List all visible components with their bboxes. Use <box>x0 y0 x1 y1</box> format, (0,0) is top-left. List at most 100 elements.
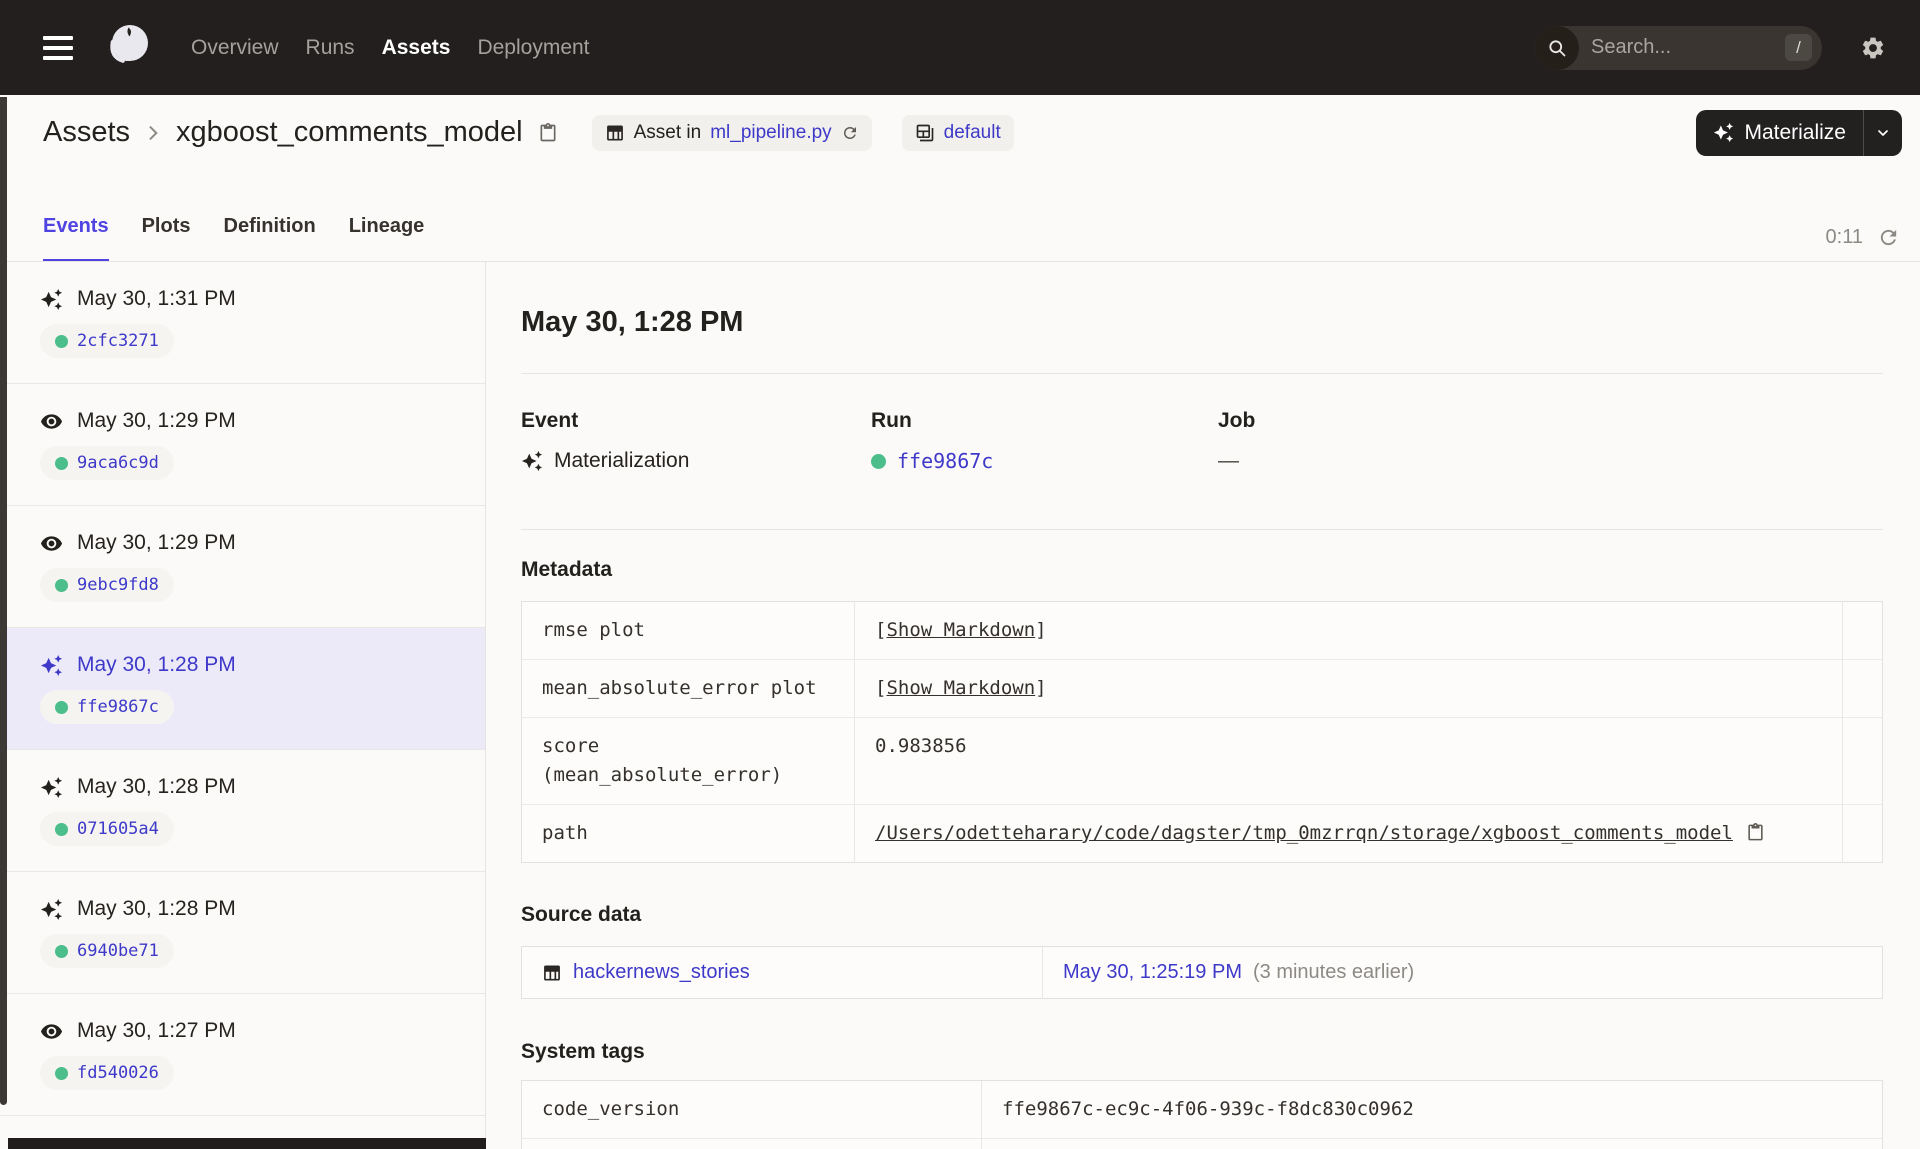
event-list-item[interactable]: May 30, 1:27 PM fd540026 <box>0 994 485 1116</box>
run-id-badge[interactable]: 6940be71 <box>40 934 174 968</box>
run-column: Run ffe9867c <box>871 409 993 473</box>
event-timestamp: May 30, 1:28 PM <box>77 775 236 798</box>
metadata-value: /Users/odetteharary/code/dagster/tmp_0mz… <box>855 805 1843 862</box>
event-list-item[interactable]: May 30, 1:31 PM 2cfc3271 <box>0 262 485 384</box>
nav-item-label: Assets <box>381 35 451 59</box>
materialization-sparkle-icon <box>521 450 543 472</box>
run-id-badge[interactable]: 9aca6c9d <box>40 446 174 480</box>
run-status-dot <box>55 700 68 714</box>
chevron-right-icon <box>143 123 163 143</box>
metadata-value: [Show Markdown] <box>855 602 1843 659</box>
nav-item-label: Deployment <box>477 35 590 59</box>
tab-label: Definition <box>223 215 316 237</box>
run-id-link[interactable]: 6940be71 <box>77 941 159 961</box>
materialize-button[interactable]: Materialize <box>1696 110 1863 156</box>
event-list-item[interactable]: May 30, 1:29 PM 9aca6c9d <box>0 384 485 506</box>
settings-gear-icon[interactable] <box>1860 35 1886 61</box>
tab[interactable]: Lineage <box>349 215 425 262</box>
observation-eye-icon <box>40 410 63 433</box>
system-tag-value: ffe9867c-ec9c-4f06-939c-f8dc830c0962 <box>1002 1098 1414 1120</box>
nav-item[interactable]: Overview <box>191 36 279 60</box>
window-scrollbar[interactable] <box>0 97 7 1105</box>
primary-nav: Overview Runs Assets Deployment <box>191 36 590 60</box>
source-time-cell: May 30, 1:25:19 PM (3 minutes earlier) <box>1043 947 1882 998</box>
search-box[interactable]: / <box>1535 25 1822 70</box>
event-title: May 30, 1:28 PM <box>521 306 744 338</box>
repository-badge: default <box>901 114 1014 151</box>
event-label: Event <box>521 409 579 432</box>
run-status-dot <box>871 453 886 469</box>
repo-default-link[interactable]: default <box>944 122 1001 144</box>
repo-layered-grid-icon <box>915 123 935 143</box>
run-id-badge[interactable]: fd540026 <box>40 1056 174 1090</box>
materialize-split-button: Materialize <box>1696 109 1902 156</box>
refresh-countdown: 0:11 <box>1825 226 1863 248</box>
menu-hamburger-icon[interactable] <box>43 35 73 60</box>
metadata-row: score (mean_absolute_error) 0.983856 <box>522 718 1882 805</box>
search-input[interactable] <box>1591 36 1785 59</box>
divider <box>521 373 1883 374</box>
run-id-badge[interactable]: 2cfc3271 <box>40 324 174 358</box>
run-id-link[interactable]: ffe9867c <box>77 697 159 717</box>
metadata-value: 0.983856 <box>855 718 1843 804</box>
run-id-link[interactable]: 2cfc3271 <box>77 331 159 351</box>
metadata-row: rmse plot [Show Markdown] <box>522 602 1882 660</box>
asset-name-title: xgboost_comments_model <box>176 116 523 148</box>
metadata-extra-cell <box>1843 718 1882 804</box>
run-id-link[interactable]: 9ebc9fd8 <box>77 575 159 595</box>
run-id-badge[interactable]: ffe9867c <box>40 690 174 724</box>
run-status-dot <box>55 334 68 348</box>
show-markdown-link[interactable]: Show Markdown <box>886 674 1035 703</box>
tab[interactable]: Definition <box>224 215 316 262</box>
run-status-dot <box>55 578 68 592</box>
asset-file-link[interactable]: ml_pipeline.py <box>710 122 831 144</box>
job-value: — <box>1218 449 1239 472</box>
nav-item-label: Runs <box>305 35 355 59</box>
job-column: Job — <box>1218 409 1255 473</box>
job-label: Job <box>1218 409 1256 432</box>
copy-path-icon[interactable] <box>1746 823 1765 844</box>
materialization-sparkle-icon <box>40 898 63 921</box>
system-tag-value <box>982 1139 1882 1149</box>
nav-item[interactable]: Runs <box>306 36 355 60</box>
metadata-text-value: 0.983856 <box>875 735 967 757</box>
nav-item[interactable]: Deployment <box>477 36 589 60</box>
nav-item[interactable]: Assets <box>382 36 451 60</box>
run-id-link[interactable]: fd540026 <box>77 1063 159 1083</box>
asset-table-icon <box>605 123 625 143</box>
event-timestamp: May 30, 1:28 PM <box>77 653 236 676</box>
reload-location-icon[interactable] <box>841 124 859 142</box>
event-list-item[interactable]: May 30, 1:28 PM 071605a4 <box>0 750 485 872</box>
run-status-dot <box>55 456 68 470</box>
run-id-link[interactable]: 071605a4 <box>77 819 159 839</box>
dagster-logo-icon[interactable] <box>99 20 155 76</box>
metadata-key: path <box>522 805 855 862</box>
system-tag-row: code_version ffe9867c-ec9c-4f06-939c-f8d… <box>522 1081 1882 1139</box>
refresh-icon[interactable] <box>1877 226 1900 249</box>
run-id-link[interactable]: ffe9867c <box>897 449 993 473</box>
source-data-table: hackernews_stories May 30, 1:25:19 PM (3… <box>521 946 1883 999</box>
materialization-sparkle-icon <box>40 654 63 677</box>
copy-asset-name-icon[interactable] <box>538 122 558 144</box>
bracket-open: [ <box>875 677 887 699</box>
run-id-link[interactable]: 9aca6c9d <box>77 453 159 473</box>
run-id-badge[interactable]: 071605a4 <box>40 812 174 846</box>
path-link[interactable]: /Users/odetteharary/code/dagster/tmp_0mz… <box>875 819 1733 848</box>
event-detail-pane: May 30, 1:28 PM Event Materialization Ru… <box>487 262 1920 1149</box>
event-list-item[interactable]: May 30, 1:29 PM 9ebc9fd8 <box>0 506 485 628</box>
breadcrumb-root-link[interactable]: Assets <box>43 116 130 149</box>
show-markdown-link[interactable]: Show Markdown <box>886 616 1035 645</box>
materialize-dropdown-button[interactable] <box>1863 109 1902 156</box>
run-id-badge[interactable]: 9ebc9fd8 <box>40 568 174 602</box>
bracket-open: [ <box>875 619 887 641</box>
run-status-dot <box>55 1066 68 1080</box>
source-asset-link[interactable]: hackernews_stories <box>573 961 750 984</box>
event-list-item[interactable]: May 30, 1:28 PM 6940be71 <box>0 872 485 994</box>
tab[interactable]: Plots <box>142 215 191 262</box>
materialization-sparkle-icon <box>40 288 63 311</box>
source-timestamp-link[interactable]: May 30, 1:25:19 PM <box>1063 961 1242 984</box>
event-list-item[interactable]: May 30, 1:28 PM ffe9867c <box>0 628 485 750</box>
tab[interactable]: Events <box>43 215 109 262</box>
system-tag-key: code_version <box>522 1081 982 1138</box>
search-shortcut-key: / <box>1785 34 1812 61</box>
